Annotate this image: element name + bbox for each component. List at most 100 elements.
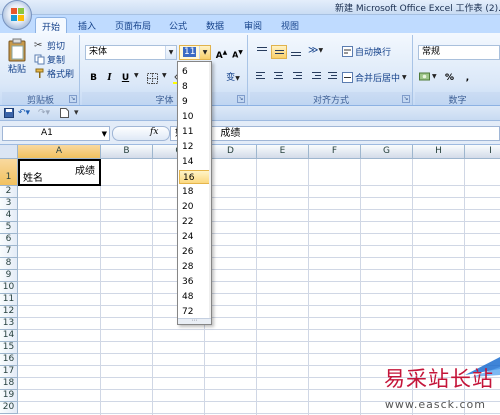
row-header[interactable]: 8	[0, 258, 18, 270]
tab-insert[interactable]: 插入	[72, 17, 102, 33]
alignment-launcher-icon[interactable]: ↘	[402, 95, 410, 103]
font-size-option[interactable]: 20	[179, 200, 210, 214]
wrap-text-button[interactable]: 自动换行	[342, 45, 391, 58]
font-size-option[interactable]: 9	[179, 95, 210, 109]
font-size-option[interactable]: 48	[179, 290, 210, 304]
row-header[interactable]: 12	[0, 306, 18, 318]
decrease-indent-button[interactable]	[307, 70, 323, 84]
font-size-option[interactable]: 6	[179, 65, 210, 79]
column-header[interactable]: H	[413, 145, 465, 159]
resize-grip-icon[interactable]: ⋯	[178, 318, 211, 324]
tab-view[interactable]: 视图	[275, 17, 305, 33]
row-header[interactable]: 4	[0, 210, 18, 222]
font-launcher-icon[interactable]: ↘	[237, 95, 245, 103]
copy-button[interactable]: 复制	[34, 53, 65, 66]
comma-button[interactable]: ,	[459, 70, 476, 85]
row-header[interactable]: 1	[0, 159, 18, 186]
insert-function-icon[interactable]: fx	[150, 127, 158, 137]
paste-button[interactable]: 粘贴	[5, 38, 29, 75]
font-size-option[interactable]: 24	[179, 230, 210, 244]
row-header[interactable]: 15	[0, 342, 18, 354]
row-header[interactable]: 2	[0, 186, 18, 198]
redo-icon[interactable]: ↷▾	[38, 108, 50, 118]
column-header[interactable]: A	[18, 145, 101, 159]
row-header[interactable]: 6	[0, 234, 18, 246]
align-left-button[interactable]	[254, 70, 270, 84]
align-top-button[interactable]	[254, 45, 270, 59]
cell-a1-line1: 成绩	[75, 166, 95, 177]
column-header[interactable]: B	[101, 145, 153, 159]
row-header[interactable]: 7	[0, 246, 18, 258]
formula-input[interactable]: 姓名 成绩	[170, 126, 500, 141]
tab-page-layout[interactable]: 页面布局	[110, 17, 156, 33]
cell-a1[interactable]: 成绩 姓名	[18, 159, 101, 186]
font-size-option[interactable]: 22	[179, 215, 210, 229]
name-box[interactable]: A1 ▼	[2, 126, 110, 141]
tab-data[interactable]: 数据	[200, 17, 230, 33]
align-bottom-button[interactable]	[288, 45, 304, 59]
column-header[interactable]: F	[309, 145, 361, 159]
font-size-option[interactable]: 8	[179, 80, 210, 94]
orientation-button[interactable]: ≫ ▼	[308, 45, 323, 56]
row-header[interactable]: 17	[0, 366, 18, 378]
cut-button[interactable]: ✂ 剪切	[34, 39, 65, 52]
font-size-option[interactable]: 28	[179, 260, 210, 274]
clipboard-launcher-icon[interactable]: ↘	[69, 95, 77, 103]
row-header[interactable]: 3	[0, 198, 18, 210]
bold-button[interactable]: B	[85, 70, 102, 85]
office-button[interactable]	[2, 0, 32, 30]
shrink-font-button[interactable]: A▼	[229, 45, 246, 60]
align-middle-button[interactable]	[271, 45, 287, 59]
row-header[interactable]: 14	[0, 330, 18, 342]
tab-formulas[interactable]: 公式	[163, 17, 193, 33]
font-size-option[interactable]: 26	[179, 245, 210, 259]
align-right-button[interactable]	[288, 70, 304, 84]
row-header[interactable]: 18	[0, 378, 18, 390]
align-center-button[interactable]	[271, 70, 287, 84]
row-header[interactable]: 16	[0, 354, 18, 366]
undo-icon[interactable]: ↶▾	[18, 108, 30, 118]
column-header[interactable]: D	[205, 145, 257, 159]
row-header[interactable]: 19	[0, 390, 18, 402]
underline-button[interactable]: U	[117, 70, 134, 85]
merge-center-button[interactable]: 合并后居中 ▼	[342, 71, 407, 84]
dropdown-scrollbar[interactable]	[209, 62, 211, 324]
font-size-option[interactable]: 12	[179, 140, 210, 154]
tab-review[interactable]: 审阅	[238, 17, 268, 33]
font-size-option[interactable]: 11	[179, 125, 210, 139]
row-header[interactable]: 9	[0, 270, 18, 282]
font-size-option[interactable]: 10	[179, 110, 210, 124]
grow-font-button[interactable]: A▲	[213, 45, 230, 61]
chevron-down-icon[interactable]: ▼	[162, 72, 167, 79]
font-size-option[interactable]: 14	[179, 155, 210, 169]
format-painter-button[interactable]: 格式刷	[34, 67, 74, 80]
row-header[interactable]: 20	[0, 402, 18, 414]
column-header[interactable]: E	[257, 145, 309, 159]
italic-button[interactable]: I	[101, 70, 118, 85]
row-header[interactable]: 11	[0, 294, 18, 306]
customize-qat-icon[interactable]: ▾	[74, 108, 79, 118]
font-size-select[interactable]: 11 ▼	[179, 45, 211, 60]
row-header[interactable]: 5	[0, 222, 18, 234]
column-header[interactable]: G	[361, 145, 413, 159]
font-size-option[interactable]: 36	[179, 275, 210, 289]
save-icon[interactable]	[4, 108, 14, 121]
chevron-down-icon[interactable]: ▼	[134, 72, 139, 79]
font-size-option[interactable]: 16	[179, 170, 210, 184]
phonetic-button[interactable]: 变▼	[220, 70, 246, 85]
percent-button[interactable]: %	[441, 70, 458, 85]
row-header[interactable]: 13	[0, 318, 18, 330]
borders-button[interactable]	[144, 70, 161, 85]
font-size-option[interactable]: 18	[179, 185, 210, 199]
column-header[interactable]: I	[465, 145, 500, 159]
font-size-dropdown[interactable]: 6 8 9 10 11 12 14 16 18 20 22 24 26 28 36 48 72 ⋯	[177, 61, 212, 325]
row-header[interactable]: 10	[0, 282, 18, 294]
number-format-select[interactable]: 常规	[418, 45, 500, 60]
accounting-format-button[interactable]: ▼	[419, 71, 437, 82]
increase-indent-button[interactable]	[323, 70, 339, 84]
select-all-button[interactable]	[0, 145, 18, 159]
phonetic-label: 变	[226, 73, 236, 83]
font-name-select[interactable]: 宋体 ▼	[85, 45, 177, 60]
tab-home[interactable]: 开始	[35, 17, 67, 33]
new-document-icon[interactable]	[60, 108, 69, 121]
